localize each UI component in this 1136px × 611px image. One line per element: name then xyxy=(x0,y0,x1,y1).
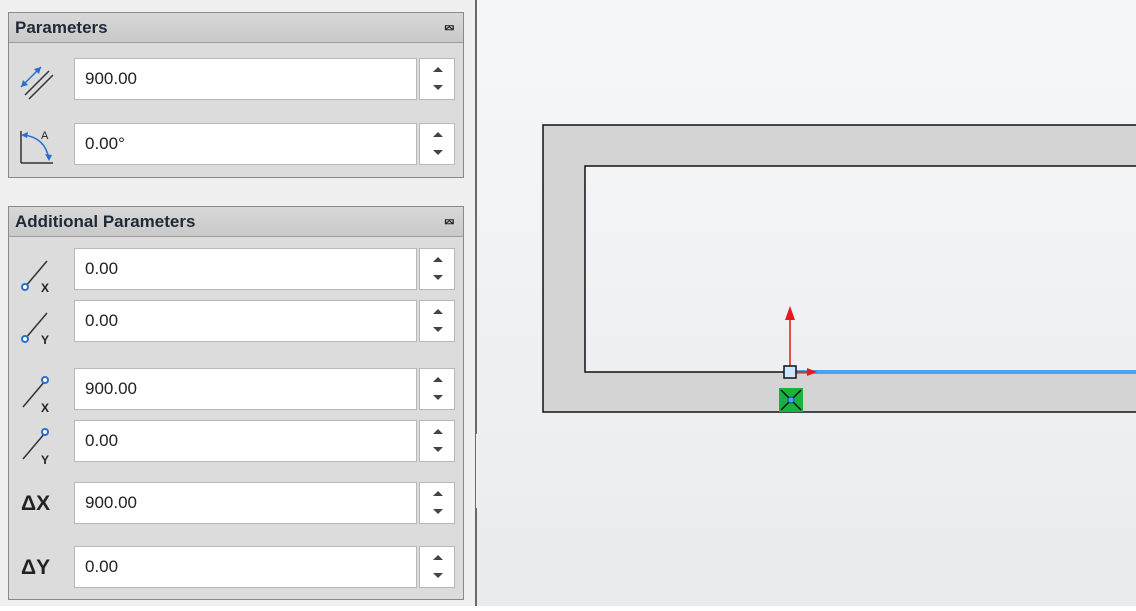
delta-x-input[interactable]: 900.00 xyxy=(74,482,417,524)
parameters-title: Parameters xyxy=(15,17,108,37)
delta-y-spinner[interactable] xyxy=(419,546,455,588)
length-input[interactable]: 900.00 xyxy=(74,58,417,100)
start-y-spinner[interactable] xyxy=(419,300,455,342)
svg-text:Y: Y xyxy=(41,333,49,344)
start-x-spin-down-button[interactable] xyxy=(420,269,454,289)
sketch-profile[interactable] xyxy=(543,125,1136,412)
angle-icon: A xyxy=(20,130,53,164)
coincident-relation-icon[interactable] xyxy=(779,388,803,412)
end-x-row: X 900.00 xyxy=(9,368,463,414)
delta-y-spin-up-button[interactable] xyxy=(420,547,454,567)
parameters-header[interactable]: Parameters ⮹ xyxy=(9,13,463,43)
start-x-row: X 0.00 xyxy=(9,248,463,294)
svg-text:A: A xyxy=(41,130,49,142)
svg-text:X: X xyxy=(41,401,49,412)
start-y-spin-up-button[interactable] xyxy=(420,301,454,321)
end-y-input[interactable]: 0.00 xyxy=(74,420,417,462)
length-spinner[interactable] xyxy=(419,58,455,100)
start-y-input[interactable]: 0.00 xyxy=(74,300,417,342)
end-y-spinner[interactable] xyxy=(419,420,455,462)
end-point-x-icon: X xyxy=(22,376,49,412)
end-x-spin-down-button[interactable] xyxy=(420,389,454,409)
start-x-spin-up-button[interactable] xyxy=(420,249,454,269)
additional-parameters-group: Additional Parameters ⮹ X 0.00 Y 0.00 X … xyxy=(8,206,464,600)
length-spin-down-button[interactable] xyxy=(420,79,454,99)
start-y-spin-down-button[interactable] xyxy=(420,321,454,341)
end-y-row: Y 0.00 xyxy=(9,420,463,466)
start-x-spinner[interactable] xyxy=(419,248,455,290)
angle-spin-down-button[interactable] xyxy=(420,144,454,164)
sketch-canvas[interactable] xyxy=(477,0,1136,606)
additional-parameters-title: Additional Parameters xyxy=(15,211,196,231)
start-point-y-icon: Y xyxy=(21,312,49,344)
end-x-input[interactable]: 900.00 xyxy=(74,368,417,410)
end-point-y-icon: Y xyxy=(22,428,49,464)
additional-parameters-header[interactable]: Additional Parameters ⮹ xyxy=(9,207,463,237)
end-x-spin-up-button[interactable] xyxy=(420,369,454,389)
end-y-spin-down-button[interactable] xyxy=(420,441,454,461)
delta-x-spin-down-button[interactable] xyxy=(420,503,454,523)
start-x-input[interactable]: 0.00 xyxy=(74,248,417,290)
end-x-spinner[interactable] xyxy=(419,368,455,410)
angle-row: A 0.00° xyxy=(9,123,463,169)
delta-x-row: ΔX 900.00 xyxy=(9,482,463,528)
inner-outline[interactable] xyxy=(584,165,1136,373)
angle-spinner[interactable] xyxy=(419,123,455,165)
length-spin-up-button[interactable] xyxy=(420,59,454,79)
length-row: 900.00 xyxy=(9,58,463,104)
delta-x-spinner[interactable] xyxy=(419,482,455,524)
svg-text:Y: Y xyxy=(41,453,49,464)
parameters-group: Parameters ⮹ 900.00 A 0.00° xyxy=(8,12,464,178)
double-chevron-up-icon[interactable]: ⮹ xyxy=(444,21,455,35)
start-point-x-icon: X xyxy=(21,260,49,292)
angle-input[interactable]: 0.00° xyxy=(74,123,417,165)
delta-x-spin-up-button[interactable] xyxy=(420,483,454,503)
delta-y-spin-down-button[interactable] xyxy=(420,567,454,587)
y-axis-arrowhead xyxy=(785,306,795,320)
length-dimension-icon xyxy=(20,66,54,100)
property-manager-panel: Parameters ⮹ 900.00 A 0.00° Additional P… xyxy=(0,0,475,606)
end-y-spin-up-button[interactable] xyxy=(420,421,454,441)
graphics-viewport[interactable] xyxy=(477,0,1136,606)
delta-x-label: ΔX xyxy=(21,492,51,515)
start-y-row: Y 0.00 xyxy=(9,300,463,346)
svg-text:X: X xyxy=(41,281,49,292)
start-point-marker[interactable] xyxy=(783,365,797,379)
angle-spin-up-button[interactable] xyxy=(420,124,454,144)
outer-outline[interactable] xyxy=(542,124,1136,413)
delta-y-input[interactable]: 0.00 xyxy=(74,546,417,588)
delta-y-label: ΔY xyxy=(21,556,51,579)
delta-y-row: ΔY 0.00 xyxy=(9,546,463,592)
double-chevron-up-icon[interactable]: ⮹ xyxy=(444,215,455,229)
